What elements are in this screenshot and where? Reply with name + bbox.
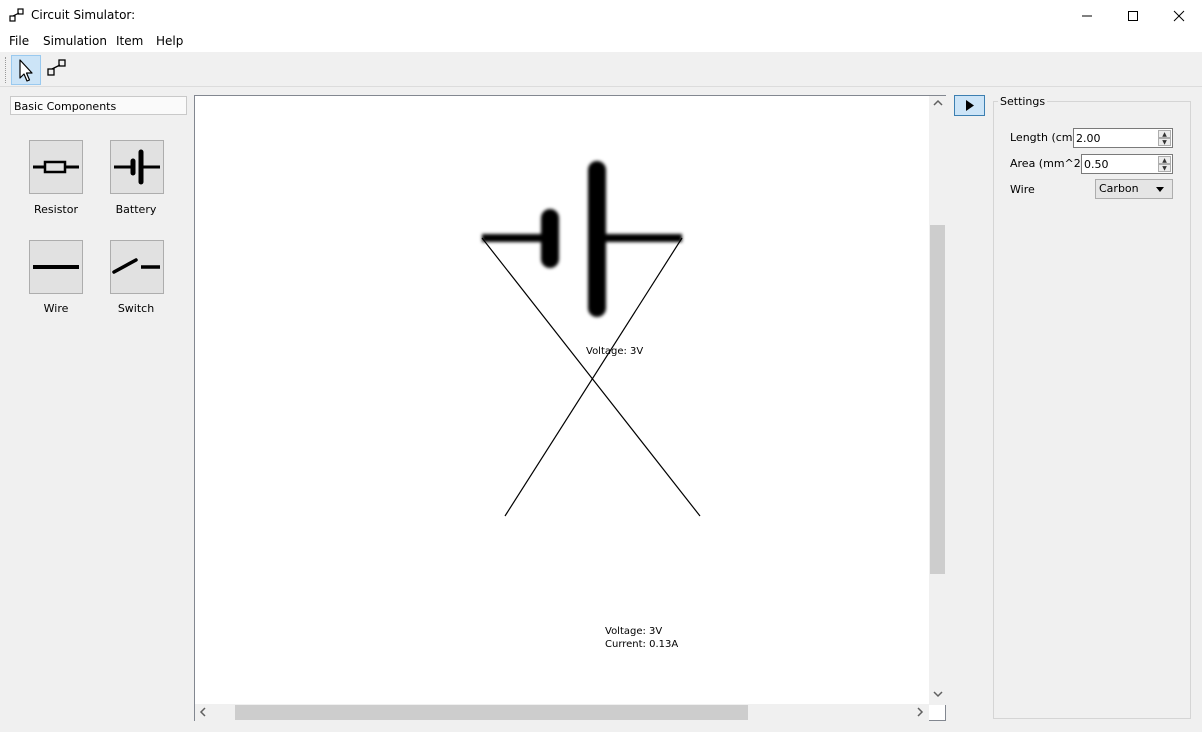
- increment-icon[interactable]: ▲: [1158, 130, 1171, 138]
- dropdown-arrow-icon: [1156, 187, 1164, 192]
- connect-icon: [47, 59, 66, 76]
- battery-icon: [114, 149, 160, 185]
- resistor-icon: [33, 160, 79, 174]
- decrement-icon[interactable]: ▼: [1158, 138, 1171, 146]
- wire-material-value: Carbon: [1099, 182, 1139, 195]
- minimize-icon: [1082, 15, 1092, 16]
- wire-component[interactable]: [29, 240, 83, 294]
- wire-material-label: Wire: [1010, 183, 1035, 196]
- maximize-button[interactable]: [1110, 0, 1156, 31]
- menu-simulation[interactable]: Simulation: [43, 34, 107, 48]
- switch-label: Switch: [117, 302, 155, 315]
- chevron-up-icon: [933, 99, 943, 106]
- wire-icon: [33, 265, 79, 269]
- decrement-icon[interactable]: ▼: [1158, 164, 1171, 172]
- area-input[interactable]: [1082, 155, 1156, 173]
- menu-help[interactable]: Help: [156, 34, 183, 48]
- chevron-down-icon: [933, 691, 943, 698]
- battery-voltage-label: Voltage: 3V: [586, 346, 644, 357]
- scroll-down-arrow[interactable]: [933, 689, 943, 702]
- close-button[interactable]: [1156, 0, 1202, 31]
- components-header[interactable]: Basic Components: [10, 96, 187, 115]
- settings-title: Settings: [998, 95, 1048, 108]
- length-spinbox[interactable]: ▲ ▼: [1073, 128, 1173, 148]
- menu-bar: File Simulation Item Help: [0, 31, 1202, 52]
- select-tool-button[interactable]: [11, 55, 41, 85]
- chevron-left-icon: [199, 707, 206, 717]
- play-icon: [966, 100, 974, 111]
- maximize-icon: [1128, 10, 1138, 21]
- switch-component[interactable]: [110, 240, 164, 294]
- minimize-button[interactable]: [1064, 0, 1110, 31]
- resistor-component[interactable]: [29, 140, 83, 194]
- wire-current-label: Current: 0.13A: [605, 639, 679, 650]
- area-spinbox[interactable]: ▲ ▼: [1081, 154, 1173, 174]
- horizontal-scroll-thumb[interactable]: [235, 705, 748, 720]
- window-title: Circuit Simulator:: [31, 8, 136, 22]
- length-label: Length (cm): [1010, 131, 1077, 144]
- scroll-up-arrow[interactable]: [933, 98, 943, 111]
- toolbar: [0, 52, 1202, 87]
- scroll-right-arrow[interactable]: [915, 707, 925, 720]
- run-simulation-button[interactable]: [954, 95, 985, 116]
- battery-component[interactable]: [110, 140, 164, 194]
- length-input[interactable]: [1074, 129, 1148, 147]
- menu-item[interactable]: Item: [116, 34, 143, 48]
- area-stepper[interactable]: ▲ ▼: [1158, 156, 1171, 172]
- area-label: Area (mm^2): [1010, 157, 1086, 170]
- circuit-drawing[interactable]: [195, 96, 929, 704]
- toolbar-grip[interactable]: [5, 57, 9, 83]
- vertical-scroll-thumb[interactable]: [930, 225, 945, 574]
- connect-tool-button[interactable]: [44, 55, 72, 83]
- wire-voltage-label: Voltage: 3V: [605, 626, 663, 637]
- menu-file[interactable]: File: [9, 34, 29, 48]
- close-icon: [1173, 10, 1185, 21]
- length-stepper[interactable]: ▲ ▼: [1158, 130, 1171, 146]
- wire-label: Wire: [43, 302, 69, 315]
- wire-material-select[interactable]: Carbon: [1095, 179, 1173, 199]
- battery-label: Battery: [115, 203, 157, 216]
- resistor-label: Resistor: [34, 203, 78, 216]
- title-bar: [0, 0, 1202, 31]
- chevron-right-icon: [917, 707, 924, 717]
- app-icon: [9, 8, 24, 22]
- switch-icon: [112, 258, 160, 274]
- battery-element[interactable]: [482, 161, 682, 317]
- pointer-icon: [19, 59, 33, 82]
- scroll-left-arrow[interactable]: [198, 707, 208, 720]
- increment-icon[interactable]: ▲: [1158, 156, 1171, 164]
